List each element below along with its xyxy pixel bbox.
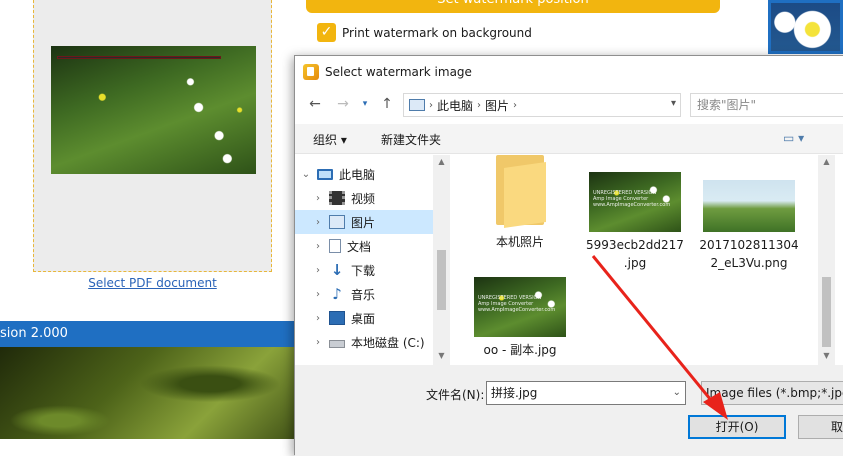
file-name: 本机照片 <box>495 235 544 249</box>
scroll-up-icon[interactable]: ▲ <box>818 157 835 166</box>
open-button[interactable]: 打开(O) <box>688 415 786 439</box>
disk-icon <box>329 340 345 348</box>
filename-dropdown-icon[interactable]: ⌄ <box>673 382 681 404</box>
file-name: oo - 副本.jpg <box>483 343 557 357</box>
file-list-pane: 本机照片 UNREGISTERED VERSION Amp Image Conv… <box>455 155 837 365</box>
nav-item-label: 音乐 <box>351 287 376 302</box>
expanded-chevron-icon[interactable]: ⌄ <box>295 169 317 180</box>
desktop-icon <box>329 311 345 325</box>
select-pdf-link[interactable]: Select PDF document <box>33 276 272 290</box>
image-thumbnail: UNREGISTERED VERSION Amp Image Converter… <box>474 277 566 337</box>
nav-item-label: 此电脑 <box>339 167 376 182</box>
watermark-preview-bar <box>57 56 221 59</box>
collapsed-chevron-icon[interactable]: › <box>307 217 329 228</box>
nav-item-desktop[interactable]: › 桌面 <box>295 306 435 330</box>
new-folder-button[interactable]: 新建文件夹 <box>381 131 441 148</box>
collapsed-chevron-icon[interactable]: › <box>307 337 329 348</box>
nav-item-local-disk[interactable]: › 本地磁盘 (C:) <box>295 330 435 354</box>
nav-item-videos[interactable]: › 视频 <box>295 186 435 210</box>
collapsed-chevron-icon[interactable]: › <box>307 193 329 204</box>
print-background-label: Print watermark on background <box>342 25 532 40</box>
organize-button[interactable]: 组织 ▾ <box>313 131 347 148</box>
set-watermark-position-button[interactable]: Set watermark position <box>306 0 720 13</box>
print-background-checkbox[interactable]: ✓ <box>317 23 336 42</box>
breadcrumb-separator-icon[interactable]: › <box>429 100 433 111</box>
folder-icon <box>496 155 546 228</box>
download-icon: ↓ <box>330 261 344 279</box>
file-item-image[interactable]: 2017102811304 2_eL3Vu.png <box>694 180 804 272</box>
filename-label: 文件名(N): <box>426 388 485 402</box>
breadcrumb-separator-icon[interactable]: › <box>477 100 481 111</box>
nav-item-this-pc[interactable]: ⌄ 此电脑 <box>295 162 435 186</box>
up-arrow-icon[interactable]: ↑ <box>379 96 395 112</box>
nav-pane-scrollbar[interactable]: ▲ ▼ <box>433 155 450 365</box>
file-name-line: .jpg <box>623 256 647 270</box>
file-name-line: 2017102811304 <box>699 238 799 252</box>
pictures-folder-icon <box>409 99 425 111</box>
breadcrumb[interactable]: › 此电脑 › 图片 › ▾ <box>403 93 681 117</box>
thumbnail-watermark-text: UNREGISTERED VERSION Amp Image Converter… <box>478 295 556 313</box>
collapsed-chevron-icon[interactable]: › <box>307 313 329 324</box>
breadcrumb-separator-icon[interactable]: › <box>513 100 517 111</box>
version-bar: sion 2.000 <box>0 321 300 347</box>
document-icon <box>329 239 341 253</box>
file-type-select[interactable]: Image files (*.bmp;*.jpg; <box>701 381 843 405</box>
watermark-thumbnail-preview[interactable] <box>768 0 843 54</box>
collapsed-chevron-icon[interactable]: › <box>307 289 329 300</box>
select-watermark-dialog: Select watermark image ← → ▾ ↑ › 此电脑 › 图… <box>294 55 843 456</box>
dialog-title: Select watermark image <box>325 65 472 79</box>
cancel-button[interactable]: 取 <box>798 415 843 439</box>
file-pane-scrollbar[interactable]: ▲ ▼ <box>818 155 835 365</box>
video-icon <box>329 191 345 205</box>
back-arrow-icon[interactable]: ← <box>307 96 323 112</box>
background-photo <box>0 347 300 439</box>
file-name-line: 2_eL3Vu.png <box>710 256 788 270</box>
filename-value: 拼接.jpg <box>491 386 538 400</box>
nav-item-label: 视频 <box>351 191 376 206</box>
nav-item-label: 下载 <box>351 263 376 278</box>
app-icon <box>303 64 319 80</box>
file-item-image[interactable]: UNREGISTERED VERSION Amp Image Converter… <box>580 172 690 272</box>
file-name-line: 5993ecb2dd217 <box>586 238 684 252</box>
scroll-up-icon[interactable]: ▲ <box>433 157 450 166</box>
nav-item-pictures[interactable]: › 图片 <box>295 210 435 234</box>
dialog-title-bar[interactable]: Select watermark image <box>295 56 843 88</box>
nav-item-downloads[interactable]: › ↓ 下载 <box>295 258 435 282</box>
breadcrumb-item-pictures[interactable]: 图片 <box>485 97 509 114</box>
address-row: ← → ▾ ↑ › 此电脑 › 图片 › ▾ 搜索"图片" <box>295 91 843 119</box>
dialog-footer: 文件名(N): 拼接.jpg ⌄ Image files (*.bmp;*.jp… <box>295 365 843 456</box>
pictures-icon <box>329 215 345 229</box>
nav-item-label: 图片 <box>351 215 376 230</box>
address-dropdown-icon[interactable]: ▾ <box>671 98 676 109</box>
recent-locations-chevron-icon[interactable]: ▾ <box>357 96 373 112</box>
breadcrumb-item-pc[interactable]: 此电脑 <box>437 97 473 114</box>
collapsed-chevron-icon[interactable]: › <box>307 241 329 252</box>
print-background-row[interactable]: ✓ Print watermark on background <box>317 23 532 42</box>
music-icon: ♪ <box>332 285 342 303</box>
dialog-toolbar: 组织 ▾ 新建文件夹 ▭ ▾ <box>295 124 843 154</box>
image-thumbnail: UNREGISTERED VERSION Amp Image Converter… <box>589 172 681 232</box>
scrollbar-thumb[interactable] <box>822 277 831 347</box>
file-item-folder[interactable]: 本机照片 <box>465 155 575 251</box>
search-input[interactable]: 搜索"图片" <box>690 93 843 117</box>
view-mode-icon[interactable]: ▭ ▾ <box>783 131 804 145</box>
nav-item-label: 本地磁盘 (C:) <box>351 335 425 350</box>
forward-arrow-icon[interactable]: → <box>335 96 351 112</box>
nav-item-music[interactable]: › ♪ 音乐 <box>295 282 435 306</box>
pdf-preview-image <box>51 46 256 174</box>
filename-input[interactable]: 拼接.jpg ⌄ <box>486 381 686 405</box>
navigation-pane: ⌄ 此电脑 › 视频 › 图片 › 文档 › ↓ 下载 › ♪ 音乐 › 桌面 … <box>295 155 450 365</box>
thumbnail-watermark-text: UNREGISTERED VERSION Amp Image Converter… <box>593 190 671 208</box>
nav-item-label: 文档 <box>347 239 372 254</box>
image-thumbnail <box>703 180 795 232</box>
nav-item-documents[interactable]: › 文档 <box>295 234 435 258</box>
pdf-drop-zone[interactable] <box>33 0 272 272</box>
scroll-down-icon[interactable]: ▼ <box>818 351 835 360</box>
nav-item-label: 桌面 <box>351 311 376 326</box>
file-item-image[interactable]: UNREGISTERED VERSION Amp Image Converter… <box>465 277 575 359</box>
scroll-down-icon[interactable]: ▼ <box>433 351 450 360</box>
collapsed-chevron-icon[interactable]: › <box>307 265 329 276</box>
computer-icon <box>317 168 333 180</box>
scrollbar-thumb[interactable] <box>437 250 446 310</box>
